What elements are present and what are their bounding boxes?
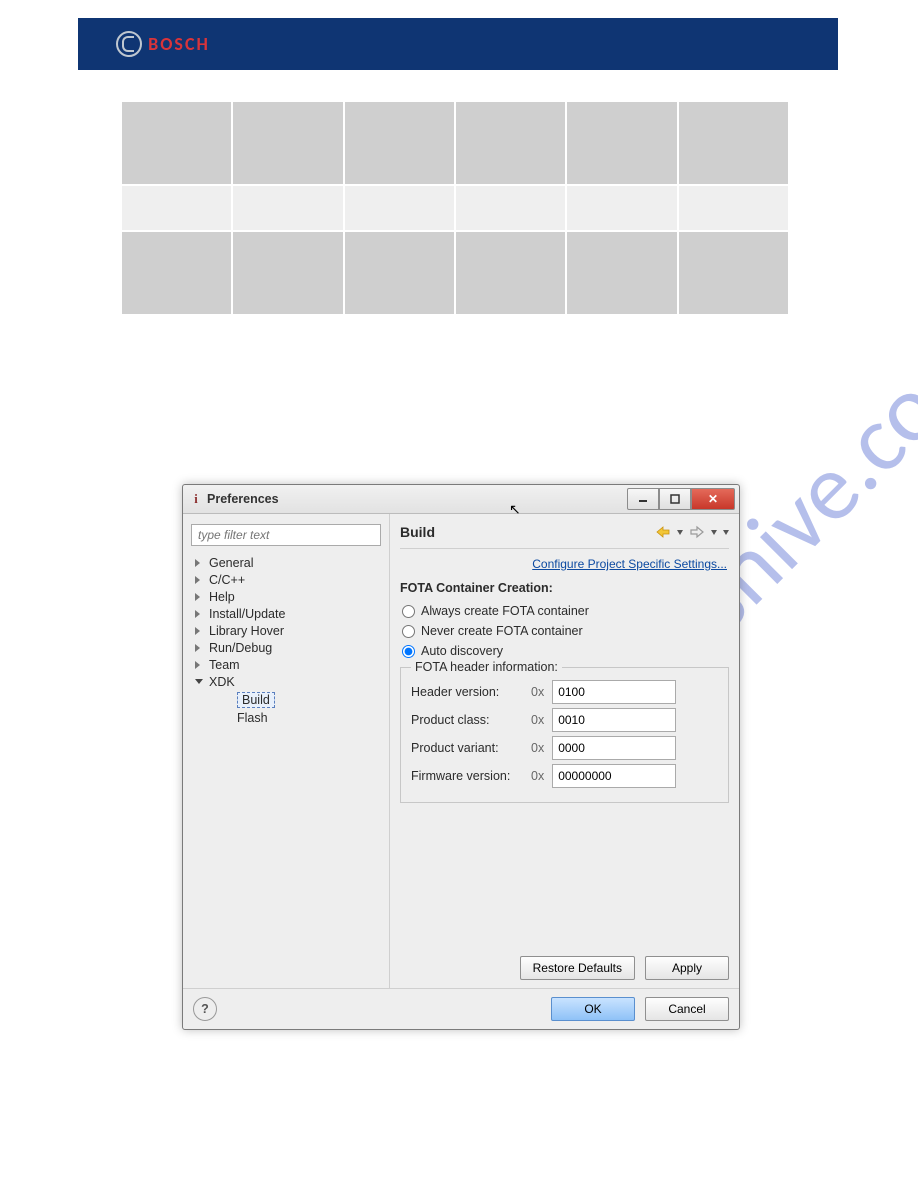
dialog-right-pane: Build Configure Project Specific Settin bbox=[390, 514, 739, 988]
preferences-tree: General C/C++ Help Install/Update Librar… bbox=[191, 554, 381, 728]
radio-always-label: Always create FOTA container bbox=[421, 604, 589, 618]
dialog-title: Preferences bbox=[207, 492, 279, 506]
maximize-icon bbox=[670, 494, 680, 504]
expand-icon bbox=[195, 661, 200, 669]
nav-icons bbox=[655, 525, 729, 539]
restore-defaults-button[interactable]: Restore Defaults bbox=[520, 956, 635, 980]
forward-menu-caret-icon[interactable] bbox=[711, 530, 717, 535]
radio-always-row[interactable]: Always create FOTA container bbox=[402, 604, 729, 618]
row-product-variant: Product variant: 0x bbox=[411, 736, 718, 760]
minimize-icon bbox=[638, 494, 648, 504]
tree-item-c-cpp[interactable]: C/C++ bbox=[195, 571, 381, 588]
radio-auto[interactable] bbox=[402, 645, 415, 658]
label-product-class: Product class: bbox=[411, 713, 523, 727]
close-button[interactable]: ✕ bbox=[691, 488, 735, 510]
label-header-version: Header version: bbox=[411, 685, 523, 699]
right-header: Build bbox=[400, 524, 729, 549]
prefix-hex: 0x bbox=[531, 741, 544, 755]
tree-xdk-children: Build Flash bbox=[209, 691, 381, 727]
dialog-titlebar[interactable]: i Preferences ↖ ✕ bbox=[183, 485, 739, 514]
label-firmware-version: Firmware version: bbox=[411, 769, 523, 783]
input-product-variant[interactable] bbox=[552, 736, 676, 760]
bosch-ring-icon bbox=[116, 31, 142, 57]
radio-always[interactable] bbox=[402, 605, 415, 618]
dialog-footer-buttons: OK Cancel bbox=[523, 997, 729, 1021]
expand-icon bbox=[195, 593, 200, 601]
back-menu-caret-icon[interactable] bbox=[677, 530, 683, 535]
expand-icon bbox=[195, 559, 200, 567]
row-firmware-version: Firmware version: 0x bbox=[411, 764, 718, 788]
filter-input[interactable] bbox=[191, 524, 381, 546]
expand-icon bbox=[195, 627, 200, 635]
topbar-mid bbox=[248, 18, 638, 70]
help-icon: ? bbox=[201, 1002, 209, 1016]
maximize-button[interactable] bbox=[659, 488, 691, 510]
bosch-logo: BOSCH bbox=[116, 31, 210, 57]
radio-never[interactable] bbox=[402, 625, 415, 638]
tree-item-xdk[interactable]: XDK Build Flash bbox=[195, 673, 381, 728]
collapse-icon bbox=[195, 679, 203, 684]
fota-header-box: FOTA header information: Header version:… bbox=[400, 667, 729, 803]
dialog-left-pane: General C/C++ Help Install/Update Librar… bbox=[183, 514, 390, 988]
close-icon: ✕ bbox=[708, 492, 718, 506]
tree-item-team[interactable]: Team bbox=[195, 656, 381, 673]
radio-auto-row[interactable]: Auto discovery bbox=[402, 644, 729, 658]
radio-never-label: Never create FOTA container bbox=[421, 624, 583, 638]
right-pane-buttons: Restore Defaults Apply bbox=[400, 948, 729, 980]
tree-item-flash[interactable]: Flash bbox=[237, 710, 381, 727]
prefix-hex: 0x bbox=[531, 713, 544, 727]
topbar: BOSCH bbox=[78, 18, 838, 70]
row-product-class: Product class: 0x bbox=[411, 708, 718, 732]
fota-group-title: FOTA Container Creation: bbox=[400, 581, 729, 595]
ok-button[interactable]: OK bbox=[551, 997, 635, 1021]
nav-forward-button[interactable] bbox=[689, 525, 705, 539]
apply-button[interactable]: Apply bbox=[645, 956, 729, 980]
prefix-hex: 0x bbox=[531, 685, 544, 699]
view-menu-caret-icon[interactable] bbox=[723, 530, 729, 535]
radio-never-row[interactable]: Never create FOTA container bbox=[402, 624, 729, 638]
document-table bbox=[120, 100, 790, 316]
row-header-version: Header version: 0x bbox=[411, 680, 718, 704]
expand-icon bbox=[195, 644, 200, 652]
window-buttons: ✕ bbox=[627, 488, 735, 510]
topbar-right bbox=[638, 18, 838, 70]
tree-item-run-debug[interactable]: Run/Debug bbox=[195, 639, 381, 656]
nav-back-button[interactable] bbox=[655, 525, 671, 539]
app-icon: i bbox=[189, 492, 203, 506]
help-button[interactable]: ? bbox=[193, 997, 217, 1021]
brand-logo-cell: BOSCH bbox=[78, 18, 248, 70]
expand-icon bbox=[195, 610, 200, 618]
cancel-button[interactable]: Cancel bbox=[645, 997, 729, 1021]
minimize-button[interactable] bbox=[627, 488, 659, 510]
dialog-footer: ? OK Cancel bbox=[183, 988, 739, 1029]
dialog-body: General C/C++ Help Install/Update Librar… bbox=[183, 514, 739, 988]
tree-item-build[interactable]: Build bbox=[237, 691, 381, 710]
input-header-version[interactable] bbox=[552, 680, 676, 704]
prefix-hex: 0x bbox=[531, 769, 544, 783]
radio-auto-label: Auto discovery bbox=[421, 644, 503, 658]
page-title: Build bbox=[400, 524, 435, 540]
tree-item-help[interactable]: Help bbox=[195, 588, 381, 605]
configure-project-settings-link[interactable]: Configure Project Specific Settings... bbox=[532, 557, 727, 571]
input-firmware-version[interactable] bbox=[552, 764, 676, 788]
input-product-class[interactable] bbox=[552, 708, 676, 732]
brand-name: BOSCH bbox=[148, 33, 210, 55]
preferences-dialog: i Preferences ↖ ✕ General bbox=[182, 484, 740, 1030]
tree-item-general[interactable]: General bbox=[195, 554, 381, 571]
label-product-variant: Product variant: bbox=[411, 741, 523, 755]
tree-item-library-hover[interactable]: Library Hover bbox=[195, 622, 381, 639]
expand-icon bbox=[195, 576, 200, 584]
fota-legend: FOTA header information: bbox=[411, 660, 562, 674]
tree-item-install-update[interactable]: Install/Update bbox=[195, 605, 381, 622]
